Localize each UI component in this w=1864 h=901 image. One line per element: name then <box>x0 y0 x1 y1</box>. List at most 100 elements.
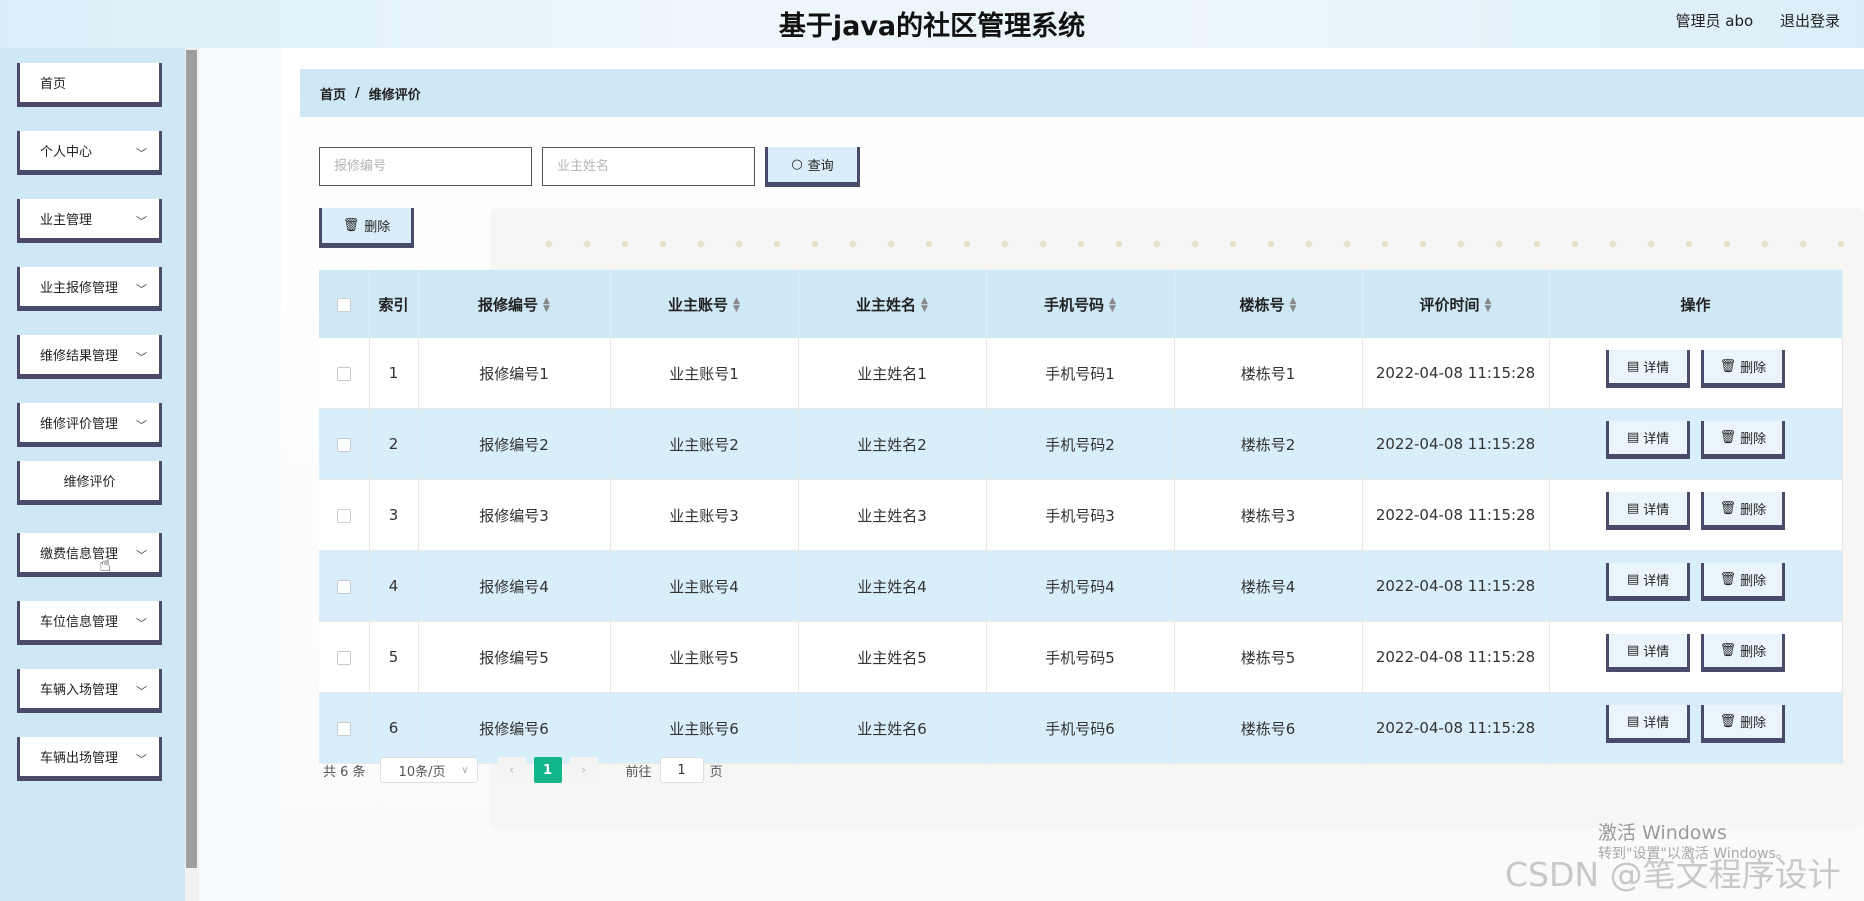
cell-building: 楼栋号6 <box>1174 692 1363 764</box>
cell-eval-time: 2022-04-08 11:15:28 <box>1362 338 1550 409</box>
batch-delete-label: 删除 <box>364 220 391 235</box>
prev-page-button[interactable]: ‹ <box>497 757 526 783</box>
row-checkbox[interactable] <box>336 508 351 523</box>
row-delete-button[interactable]: 🗑 删除 <box>1700 563 1785 601</box>
cell-owner-name: 业主姓名1 <box>798 338 987 409</box>
sidebar-item-home[interactable]: 首页 <box>17 63 162 107</box>
cell-phone: 手机号码5 <box>986 621 1175 693</box>
sidebar-item-label: 业主报修管理 <box>40 281 119 296</box>
goto-prefix: 前往 <box>625 764 652 780</box>
column-label: 楼栋号 <box>1239 295 1285 314</box>
row-checkbox[interactable] <box>336 437 351 452</box>
goto-suffix: 页 <box>709 764 723 780</box>
trash-icon: 🗑 <box>1719 359 1737 374</box>
table-header-row: 索引 报修编号 ▲ ▼ 业主账号 ▲ ▼ 业主姓名 ▲ ▼ 手机号码 ▲ ▼ 楼栋号 ▲ ▼ 评价时… <box>319 270 1843 338</box>
trash-icon: 🗑 <box>1719 430 1737 445</box>
cell-phone: 手机号码2 <box>986 408 1175 480</box>
sort-icon[interactable]: ▲ ▼ <box>543 297 550 314</box>
activate-windows-hint: 转到"设置"以激活 Windows。 <box>1598 846 1790 862</box>
cell-building: 楼栋号5 <box>1174 621 1363 693</box>
sidebar-item-repair-result-management[interactable]: 维修结果管理 ﹀ <box>17 335 162 379</box>
column-label: 操作 <box>1680 295 1711 314</box>
document-icon: ▤ <box>1626 643 1640 658</box>
evaluation-table: 索引 报修编号 ▲ ▼ 业主账号 ▲ ▼ 业主姓名 ▲ ▼ 手机号码 ▲ ▼ 楼栋号 ▲ ▼ 评价时… <box>319 270 1843 764</box>
sidebar-item-vehicle-entry-management[interactable]: 车辆入场管理 ﹀ <box>17 669 162 713</box>
cell-owner-name: 业主姓名2 <box>798 408 987 480</box>
sort-icon[interactable]: ▲ ▼ <box>1109 297 1116 314</box>
sort-icon[interactable]: ▲ ▼ <box>1290 297 1297 314</box>
cell-owner-name: 业主姓名6 <box>798 692 987 764</box>
chevron-down-icon: ﹀ <box>136 283 147 296</box>
row-checkbox[interactable] <box>336 650 351 665</box>
column-label: 业主姓名 <box>856 295 917 314</box>
select-all-checkbox[interactable] <box>336 297 351 312</box>
row-delete-button[interactable]: 🗑 删除 <box>1700 634 1785 672</box>
sort-icon[interactable]: ▲ ▼ <box>921 297 928 314</box>
detail-button[interactable]: ▤ 详情 <box>1606 492 1691 530</box>
row-delete-button[interactable]: 🗑 删除 <box>1700 705 1785 743</box>
batch-delete-button[interactable]: 🗑 删除 <box>319 208 414 248</box>
page-number-current[interactable]: 1 <box>533 757 562 783</box>
sidebar-scrollbar-thumb[interactable] <box>186 50 197 868</box>
query-button[interactable]: ○ 查询 <box>765 147 860 187</box>
page-size-select[interactable]: 10条/页 ∨ <box>379 757 478 783</box>
trash-icon: 🗑 <box>1719 643 1737 658</box>
owner-name-search-input[interactable] <box>542 147 755 186</box>
detail-label: 详情 <box>1643 503 1670 518</box>
sidebar-item-payment-management[interactable]: 缴费信息管理 ﹀ <box>17 533 162 577</box>
cell-phone: 手机号码1 <box>986 338 1175 409</box>
sidebar-scrollbar[interactable] <box>185 48 199 901</box>
sidebar-subitem-repair-evaluation[interactable]: 维修评价 <box>17 461 162 505</box>
cell-phone: 手机号码6 <box>986 692 1175 764</box>
cell-actions: ▤ 详情 🗑 删除 <box>1549 408 1843 480</box>
sort-icon[interactable]: ▲ ▼ <box>1485 297 1492 314</box>
sort-icon[interactable]: ▲ ▼ <box>733 297 740 314</box>
row-checkbox[interactable] <box>336 721 351 736</box>
column-header-owner-account[interactable]: 业主账号 ▲ ▼ <box>610 270 799 338</box>
chevron-down-icon: ﹀ <box>136 753 147 766</box>
detail-button[interactable]: ▤ 详情 <box>1606 563 1691 601</box>
sidebar-item-repair-evaluation-management[interactable]: 维修评价管理 ﹀ <box>17 403 162 447</box>
goto-page-input[interactable] <box>659 757 704 783</box>
document-icon: ▤ <box>1626 572 1640 587</box>
cell-eval-time: 2022-04-08 11:15:28 <box>1362 479 1550 551</box>
sidebar-item-parking-space-management[interactable]: 车位信息管理 ﹀ <box>17 601 162 645</box>
cell-eval-time: 2022-04-08 11:15:28 <box>1362 621 1550 693</box>
detail-button[interactable]: ▤ 详情 <box>1606 634 1691 672</box>
row-delete-button[interactable]: 🗑 删除 <box>1700 492 1785 530</box>
cell-building: 楼栋号4 <box>1174 550 1363 622</box>
row-delete-label: 删除 <box>1740 503 1767 518</box>
page-size-value: 10条/页 <box>398 764 446 780</box>
detail-button[interactable]: ▤ 详情 <box>1606 421 1691 459</box>
sidebar-item-repair-request-management[interactable]: 业主报修管理 ﹀ <box>17 267 162 311</box>
column-header-building[interactable]: 楼栋号 ▲ ▼ <box>1174 270 1363 338</box>
sidebar-item-personal-center[interactable]: 个人中心 ﹀ <box>17 131 162 175</box>
column-label: 报修编号 <box>478 295 539 314</box>
search-icon: ○ <box>791 157 803 172</box>
cell-phone: 手机号码4 <box>986 550 1175 622</box>
row-delete-button[interactable]: 🗑 删除 <box>1700 421 1785 459</box>
cell-actions: ▤ 详情 🗑 删除 <box>1549 479 1843 551</box>
row-delete-button[interactable]: 🗑 删除 <box>1700 350 1785 388</box>
repair-no-search-input[interactable] <box>319 147 532 186</box>
cell-building: 楼栋号3 <box>1174 479 1363 551</box>
row-checkbox[interactable] <box>336 366 351 381</box>
chevron-down-icon: ﹀ <box>136 685 147 698</box>
detail-button[interactable]: ▤ 详情 <box>1606 705 1691 743</box>
row-delete-label: 删除 <box>1740 432 1767 447</box>
next-page-button[interactable]: › <box>569 757 598 783</box>
row-checkbox[interactable] <box>336 579 351 594</box>
cell-owner-account: 业主账号6 <box>610 692 799 764</box>
sidebar-item-owner-management[interactable]: 业主管理 ﹀ <box>17 199 162 243</box>
column-header-repair-no[interactable]: 报修编号 ▲ ▼ <box>418 270 611 338</box>
sidebar-item-vehicle-exit-management[interactable]: 车辆出场管理 ﹀ <box>17 737 162 781</box>
column-header-phone[interactable]: 手机号码 ▲ ▼ <box>986 270 1175 338</box>
breadcrumb-home[interactable]: 首页 <box>320 84 346 103</box>
column-header-owner-name[interactable]: 业主姓名 ▲ ▼ <box>798 270 987 338</box>
trash-icon: 🗑 <box>1719 714 1737 729</box>
cell-index: 2 <box>369 408 419 480</box>
detail-button[interactable]: ▤ 详情 <box>1606 350 1691 388</box>
logout-link[interactable]: 退出登录 <box>1780 12 1840 30</box>
column-header-eval-time[interactable]: 评价时间 ▲ ▼ <box>1362 270 1550 338</box>
sidebar-item-label: 车位信息管理 <box>40 615 119 630</box>
